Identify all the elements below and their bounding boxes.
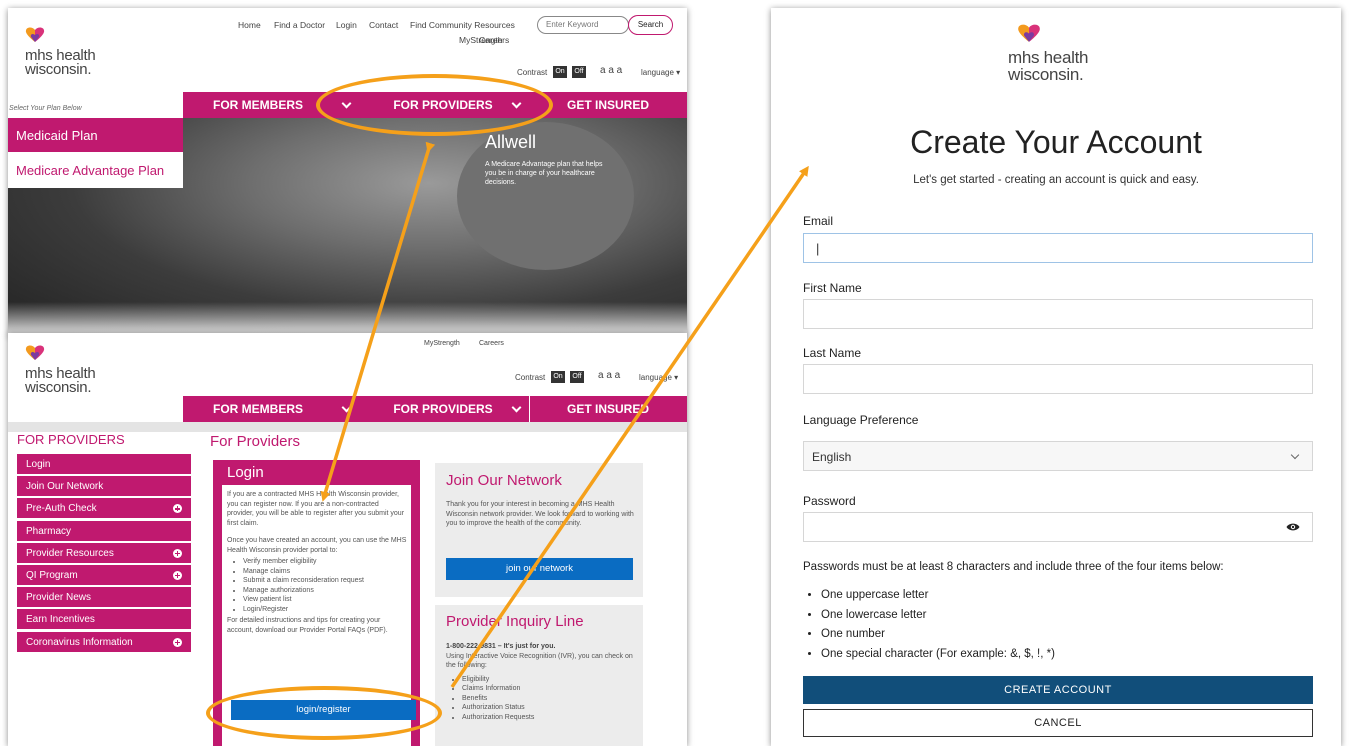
arrow-login-to-create-account: [450, 165, 809, 688]
annotation-arrows: [320, 141, 809, 688]
arrow-nav-to-login-card: [320, 141, 436, 502]
